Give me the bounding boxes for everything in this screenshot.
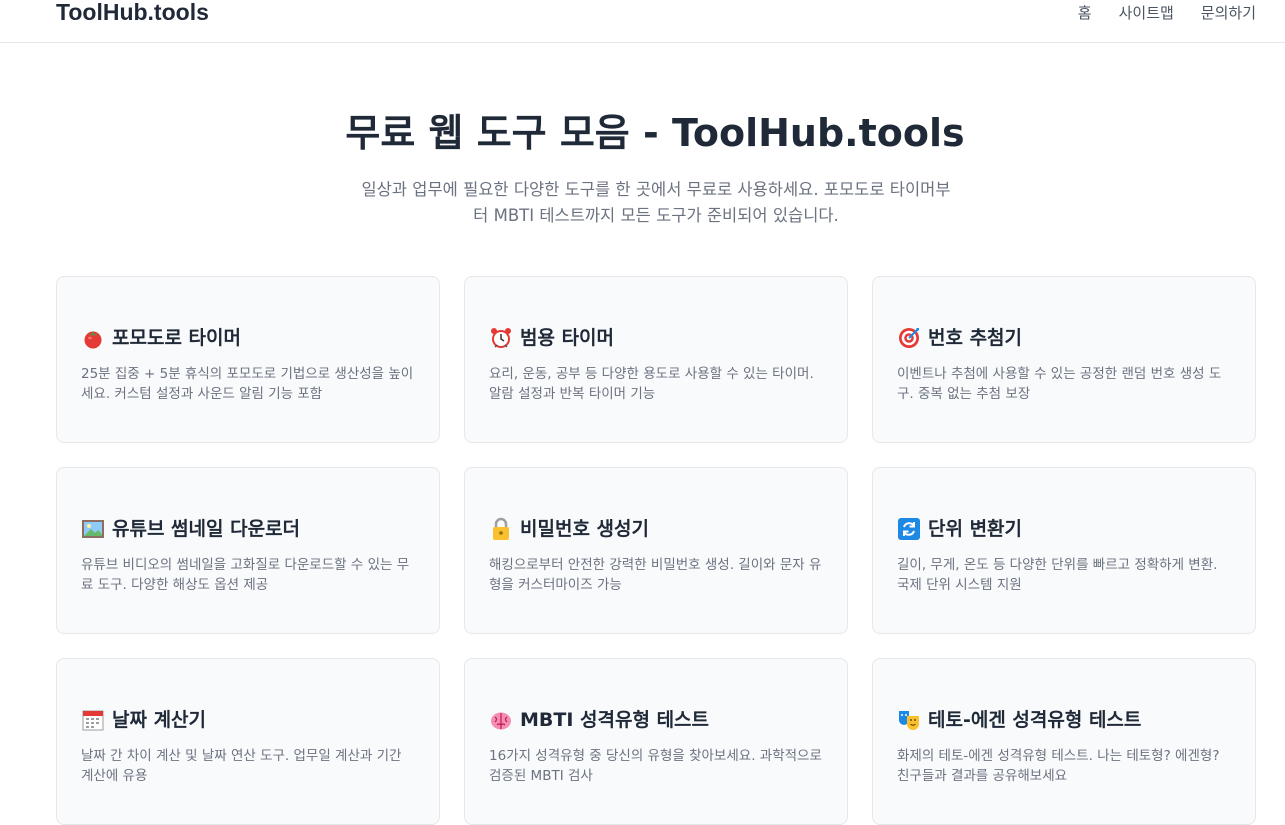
card-title: MBTI 성격유형 테스트 (489, 706, 823, 734)
card-description: 25분 집중 + 5분 휴식의 포모도로 기법으로 생산성을 높이세요. 커스텀… (81, 366, 414, 402)
card-description: 유튜브 비디오의 썸네일을 고화질로 다운로드할 수 있는 무료 도구. 다양한… (81, 557, 410, 593)
lock-icon (489, 517, 513, 541)
picture-icon (81, 517, 105, 541)
card-description: 이벤트나 추첨에 사용할 수 있는 공정한 랜덤 번호 생성 도구. 중복 없는… (897, 366, 1222, 402)
tool-card-mbti-test[interactable]: MBTI 성격유형 테스트 16가지 성격유형 중 당신의 유형을 찾아보세요.… (464, 658, 848, 825)
card-title: 유튜브 썸네일 다운로더 (81, 515, 415, 543)
target-icon (897, 326, 921, 350)
card-description: 날짜 간 차이 계산 및 날짜 연산 도구. 업무일 계산과 기간 계산에 유용 (81, 748, 402, 784)
tool-card-youtube-thumbnail[interactable]: 유튜브 썸네일 다운로더 유튜브 비디오의 썸네일을 고화질로 다운로드할 수 … (56, 467, 440, 634)
card-title: 포모도로 타이머 (81, 324, 415, 352)
site-logo[interactable]: ToolHub.tools (56, 0, 209, 27)
card-title: 테토-에겐 성격유형 테스트 (897, 706, 1231, 734)
alarm-clock-icon (489, 326, 513, 350)
page-subtitle: 일상과 업무에 필요한 다양한 도구를 한 곳에서 무료로 사용하세요. 포모도… (361, 180, 951, 225)
refresh-icon (897, 517, 921, 541)
card-title: 비밀번호 생성기 (489, 515, 823, 543)
nav-sitemap-link[interactable]: 사이트맵 (1119, 2, 1174, 24)
card-title-text: 범용 타이머 (520, 327, 615, 349)
card-title: 날짜 계산기 (81, 706, 415, 734)
card-title-text: 포모도로 타이머 (112, 327, 241, 349)
card-title-text: 테토-에겐 성격유형 테스트 (928, 709, 1142, 731)
card-description: 해킹으로부터 안전한 강력한 비밀번호 생성. 길이와 문자 유형을 커스터마이… (489, 557, 822, 593)
tool-card-timer[interactable]: 범용 타이머 요리, 운동, 공부 등 다양한 용도로 사용할 수 있는 타이머… (464, 276, 848, 443)
top-nav: 홈 사이트맵 문의하기 (1078, 2, 1256, 24)
card-title-text: 날짜 계산기 (112, 709, 207, 731)
card-title: 범용 타이머 (489, 324, 823, 352)
card-description: 16가지 성격유형 중 당신의 유형을 찾아보세요. 과학적으로 검증된 MBT… (489, 748, 822, 784)
tool-card-pomodoro[interactable]: 포모도로 타이머 25분 집중 + 5분 휴식의 포모도로 기법으로 생산성을 … (56, 276, 440, 443)
card-description: 화제의 테토-에겐 성격유형 테스트. 나는 테토형? 에겐형? 친구들과 결과… (897, 748, 1220, 784)
tomato-icon (81, 326, 105, 350)
tool-card-password-generator[interactable]: 비밀번호 생성기 해킹으로부터 안전한 강력한 비밀번호 생성. 길이와 문자 … (464, 467, 848, 634)
page-title: 무료 웹 도구 모음 - ToolHub.tools (345, 111, 965, 155)
card-description: 요리, 운동, 공부 등 다양한 용도로 사용할 수 있는 타이머. 알람 설정… (489, 366, 814, 402)
tool-card-date-calculator[interactable]: 날짜 계산기 날짜 간 차이 계산 및 날짜 연산 도구. 업무일 계산과 기간… (56, 658, 440, 825)
tool-card-unit-converter[interactable]: 단위 변환기 길이, 무게, 온도 등 다양한 단위를 빠르고 정확하게 변환.… (872, 467, 1256, 634)
card-title-text: 유튜브 썸네일 다운로더 (112, 518, 301, 540)
card-title-text: 비밀번호 생성기 (520, 518, 649, 540)
nav-contact-link[interactable]: 문의하기 (1201, 2, 1256, 24)
card-title: 번호 추첨기 (897, 324, 1231, 352)
brain-icon (489, 708, 513, 732)
card-description: 길이, 무게, 온도 등 다양한 단위를 빠르고 정확하게 변환. 국제 단위 … (897, 557, 1218, 593)
tool-card-teto-egen-test[interactable]: 테토-에겐 성격유형 테스트 화제의 테토-에겐 성격유형 테스트. 나는 테토… (872, 658, 1256, 825)
site-header: ToolHub.tools 홈 사이트맵 문의하기 (0, 0, 1285, 43)
card-title: 단위 변환기 (897, 515, 1231, 543)
theater-masks-icon (897, 708, 921, 732)
tools-grid: 포모도로 타이머 25분 집중 + 5분 휴식의 포모도로 기법으로 생산성을 … (56, 276, 1256, 825)
nav-home-link[interactable]: 홈 (1078, 2, 1092, 24)
card-title-text: 단위 변환기 (928, 518, 1023, 540)
card-title-text: MBTI 성격유형 테스트 (520, 709, 710, 731)
calendar-icon (81, 708, 105, 732)
card-title-text: 번호 추첨기 (928, 327, 1023, 349)
tool-card-number-draw[interactable]: 번호 추첨기 이벤트나 추첨에 사용할 수 있는 공정한 랜덤 번호 생성 도구… (872, 276, 1256, 443)
